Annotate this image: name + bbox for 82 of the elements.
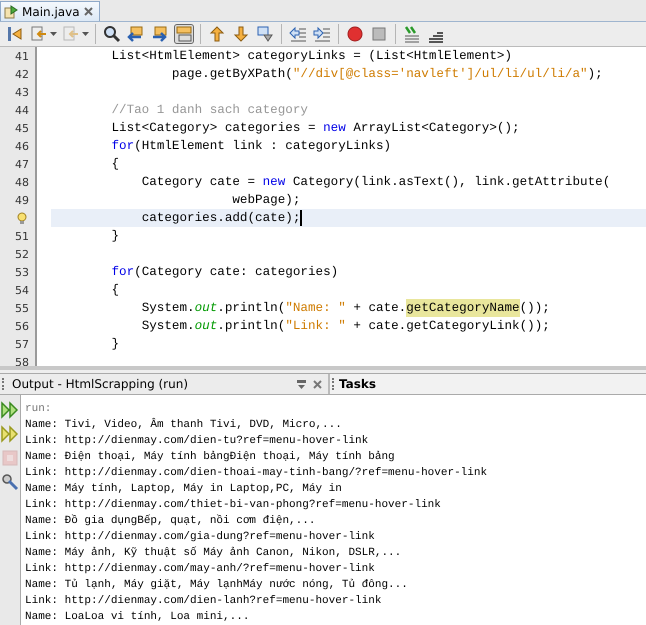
- code-text: (Category cate: categories): [134, 264, 338, 281]
- output-line: Name: Tủ lạnh, Máy giặt, Máy lạnhMáy nước nóng, Tủ đông...: [25, 578, 409, 593]
- line-number: 54: [15, 284, 29, 296]
- code-text: System.: [142, 300, 195, 317]
- code-text: {: [111, 282, 120, 299]
- tasks-tab[interactable]: Tasks: [339, 377, 376, 392]
- output-line: Name: Điện thoại, Máy tính bảngĐiện thoại, Máy tính bảng: [25, 450, 396, 465]
- line-number: 57: [15, 338, 29, 350]
- output-line: Name: LoaLoa vi tính, Loa mini,...: [25, 610, 250, 625]
- minimize-icon[interactable]: [296, 378, 307, 390]
- field-name: out: [194, 318, 218, 335]
- code-text: .println(: [217, 300, 286, 317]
- code-text: List<HtmlElement> categoryLinks = (List<HtmlElement>): [111, 48, 512, 65]
- output-line: Name: Đồ gia dụngBếp, quạt, nồi cơm điện,...: [25, 514, 316, 529]
- output-line: Link: http://dienmay.com/gia-dung?ref=menu-hover-link: [25, 530, 376, 545]
- highlighted-occurrence: getCategoryName: [406, 299, 520, 317]
- search-icon[interactable]: [102, 24, 122, 44]
- keyword: new: [323, 120, 346, 137]
- line-number: 53: [15, 266, 29, 278]
- code-text: ());: [520, 300, 550, 317]
- line-number: 56: [15, 320, 29, 332]
- output-line: Link: http://dienmay.com/dien-lanh?ref=menu-hover-link: [25, 594, 382, 609]
- code-text: categories.add(cate);: [142, 210, 300, 227]
- line-number: 41: [15, 50, 29, 62]
- code-text: + cate.: [352, 300, 406, 317]
- string-literal: "//div[@class='navleft']/ul/li/ul/li/a": [292, 66, 588, 83]
- code-text: webPage);: [232, 192, 300, 209]
- close-icon[interactable]: [84, 7, 93, 16]
- record-icon[interactable]: [345, 24, 365, 44]
- line-number: 51: [15, 230, 29, 242]
- line-number: 49: [15, 194, 29, 206]
- line-number: 52: [15, 248, 29, 260]
- code-text: System.: [142, 318, 195, 335]
- lightbulb-icon[interactable]: [17, 212, 27, 224]
- output-line: Link: http://dienmay.com/may-anh/?ref=menu-hover-link: [25, 562, 376, 577]
- output-line: Link: http://dienmay.com/dien-tu?ref=menu-hover-link: [25, 434, 370, 449]
- up-arrow-icon[interactable]: [207, 24, 227, 44]
- string-literal: "Link: ": [285, 318, 346, 335]
- code-text: (HtmlElement link : categoryLinks): [134, 138, 392, 155]
- code-text: + cate.getCategoryLink());: [352, 318, 550, 335]
- code-text: }: [111, 228, 120, 245]
- line-number: 48: [15, 176, 29, 188]
- code-text: ArrayList<Category>();: [352, 120, 520, 137]
- keyword: for: [111, 138, 134, 155]
- code-text: );: [588, 66, 603, 83]
- line-number: 43: [15, 86, 29, 98]
- shift-left-icon[interactable]: [288, 24, 308, 44]
- shift-right-icon[interactable]: [312, 24, 332, 44]
- line-number: 44: [15, 104, 29, 116]
- editor-tab[interactable]: Main.java: [0, 1, 100, 21]
- output-line: Link: http://dienmay.com/thiet-bi-van-phong?ref=menu-hover-link: [25, 498, 442, 513]
- code-text: List<Category> categories =: [111, 120, 317, 137]
- code-text: Category(link.asText(), link.getAttribute(: [292, 174, 610, 191]
- close-icon[interactable]: [313, 380, 322, 389]
- code-text: Category cate =: [142, 174, 256, 191]
- code-text: }: [111, 336, 120, 353]
- down-arrow-icon[interactable]: [231, 24, 251, 44]
- keyword: new: [262, 174, 286, 191]
- code-text: page.getByXPath(: [172, 66, 293, 83]
- output-line: Name: Máy ảnh, Kỹ thuật số Máy ảnh Canon, Nikon, DSLR,...: [25, 546, 402, 561]
- rerun-icon[interactable]: [1, 401, 19, 419]
- line-number: 42: [15, 68, 29, 80]
- output-tab[interactable]: Output - HtmlScrapping (run): [12, 377, 290, 392]
- string-literal: "Name: ": [285, 300, 346, 317]
- line-number: 46: [15, 140, 29, 152]
- field-name: out: [194, 300, 218, 317]
- code-comment: //Tao 1 danh sach category: [111, 102, 308, 119]
- code-text: {: [111, 156, 120, 173]
- java-file-icon: [4, 4, 18, 18]
- output-line: Link: http://dienmay.com/dien-thoai-may-tinh-bang/?ref=menu-hover-link: [25, 466, 488, 481]
- line-number: 45: [15, 122, 29, 134]
- line-number: 55: [15, 302, 29, 314]
- output-line: Name: Tivi, Video, Âm thanh Tivi, DVD, Micro,...: [25, 417, 343, 433]
- code-text: .println(: [217, 318, 286, 335]
- text-cursor: [300, 210, 302, 226]
- line-number: 58: [15, 356, 29, 366]
- keyword: for: [111, 264, 134, 281]
- comment-icon[interactable]: [402, 24, 422, 44]
- output-line: Name: Máy tính, Laptop, Máy in Laptop,PC, Máy in: [25, 482, 343, 497]
- status-line: run:: [25, 402, 52, 417]
- highlight-toggle-icon[interactable]: [174, 24, 194, 44]
- line-number: 47: [15, 158, 29, 170]
